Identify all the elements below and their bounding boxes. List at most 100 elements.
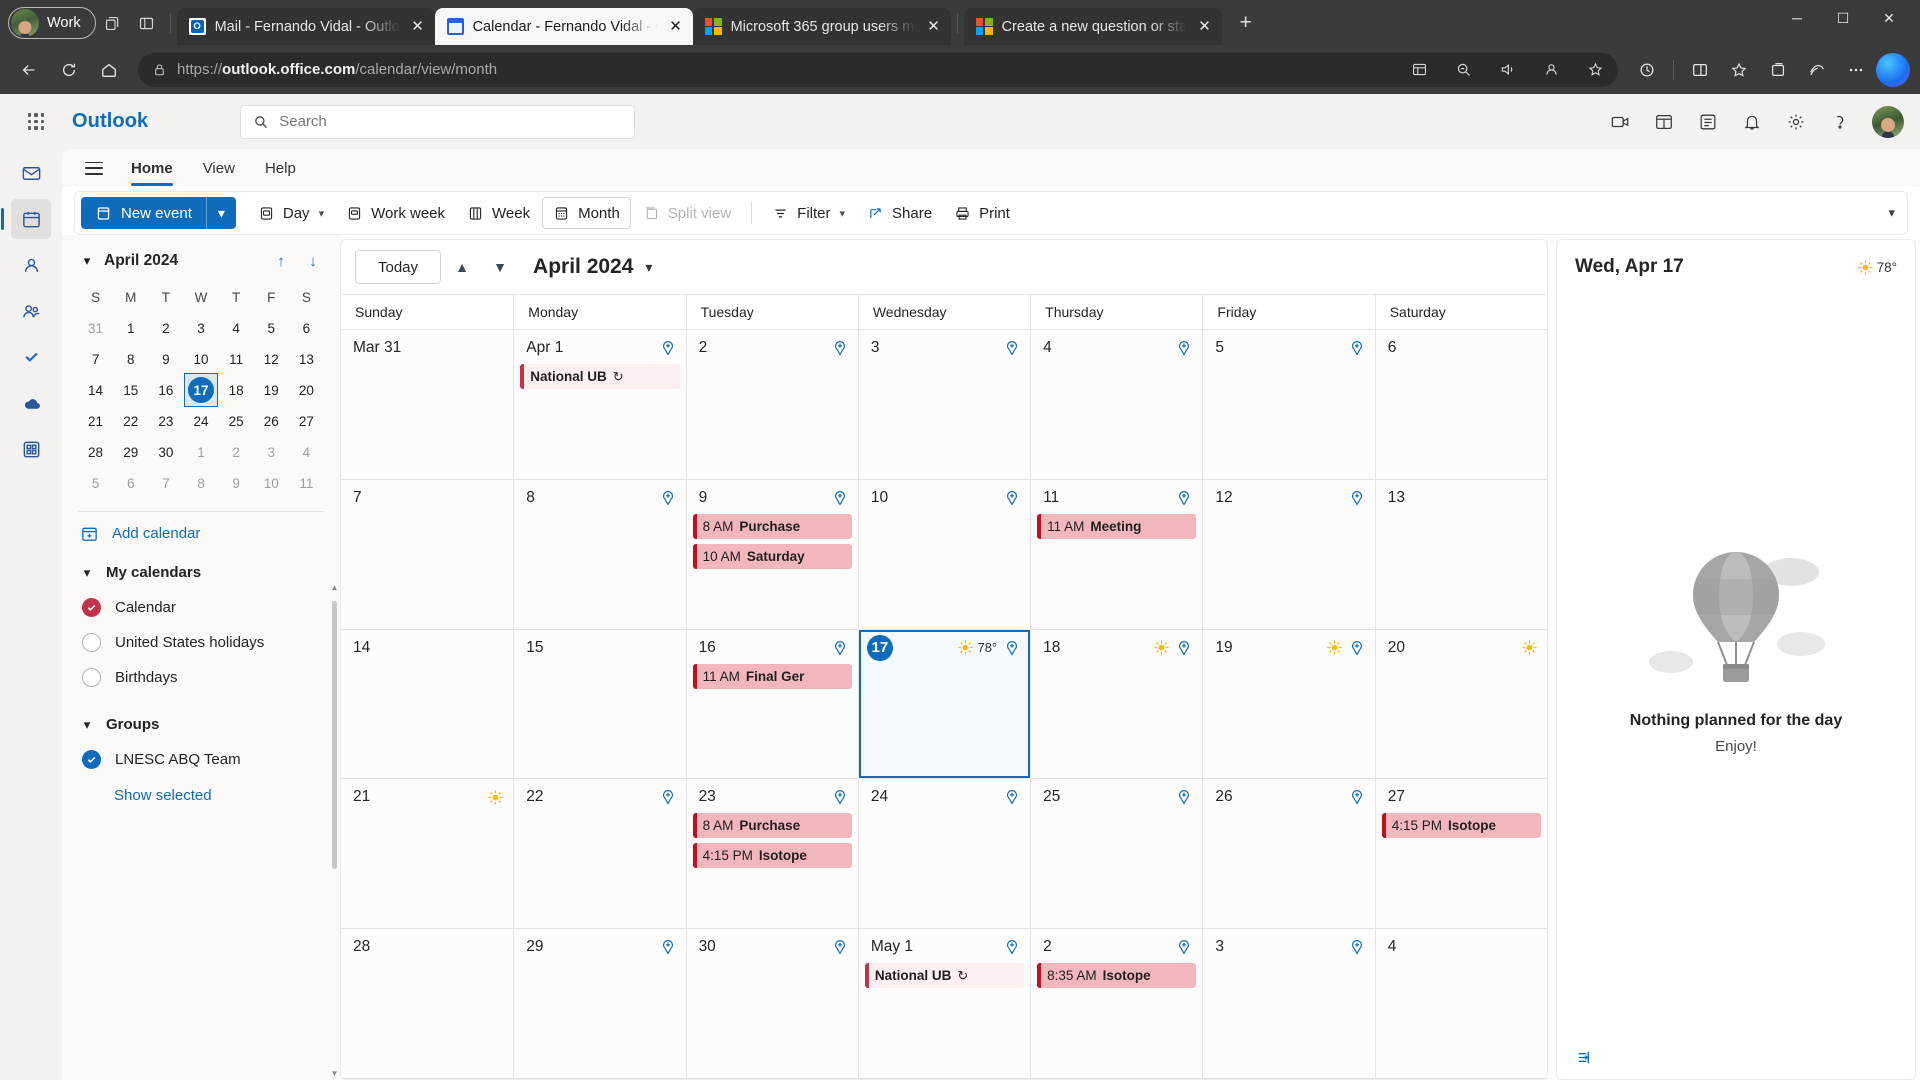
today-button[interactable]: Today	[355, 250, 442, 284]
browser-tab-mail[interactable]: Mail - Fernando Vidal - Outlook ✕	[176, 8, 435, 45]
calendar-event[interactable]: 4:15 PM Isotope	[692, 843, 852, 869]
mini-day[interactable]: 4	[219, 314, 254, 342]
add-event-icon[interactable]	[832, 640, 848, 656]
calendar-day-cell[interactable]: May 1 National UB ↻	[857, 929, 1031, 1078]
scroll-down-icon[interactable]: ▼	[330, 1069, 339, 1078]
mini-day[interactable]: 9	[148, 345, 183, 373]
mini-day[interactable]: 12	[254, 345, 289, 373]
split-view-button[interactable]: Split view	[633, 197, 741, 229]
browser-tab-m365-groups[interactable]: Microsoft 365 group users man ✕	[692, 8, 951, 45]
calendar-day-cell[interactable]: 13	[1374, 479, 1547, 629]
calendar-day-cell[interactable]: 3	[857, 330, 1031, 479]
browser-tab-new-question[interactable]: Create a new question or start ✕	[963, 8, 1222, 45]
chevron-down-icon[interactable]: ▾	[78, 565, 96, 581]
scroll-up-icon[interactable]: ▲	[330, 583, 339, 592]
add-event-icon[interactable]	[1349, 490, 1365, 506]
add-event-icon[interactable]	[660, 789, 676, 805]
address-bar[interactable]: https://outlook.office.com/calendar/view…	[138, 52, 1618, 87]
mini-day[interactable]: 18	[219, 376, 254, 404]
add-event-icon[interactable]	[1004, 340, 1020, 356]
group-item-lnesc-abq-team[interactable]: LNESC ABQ Team	[62, 742, 340, 777]
previous-period-icon[interactable]: ▲	[445, 250, 479, 284]
add-event-icon[interactable]	[1004, 939, 1020, 955]
mini-day[interactable]: 28	[78, 438, 113, 466]
calendar-item-us-holidays[interactable]: United States holidays	[62, 625, 340, 660]
add-event-icon[interactable]	[1004, 640, 1020, 656]
calendar-event[interactable]: 11 AM Meeting	[1037, 513, 1197, 539]
split-screen-icon[interactable]	[1681, 53, 1719, 87]
chevron-down-icon[interactable]: ▾	[78, 253, 96, 269]
mini-day[interactable]: 31	[78, 314, 113, 342]
view-day-button[interactable]: Day ▾	[248, 197, 334, 229]
scrollbar-thumb[interactable]	[332, 601, 337, 869]
calendar-event[interactable]: 10 AM Saturday	[692, 543, 852, 569]
ribbon-collapse-icon[interactable]: ▾	[1888, 205, 1901, 221]
search-input[interactable]	[279, 113, 623, 130]
tab-collections-icon[interactable]	[96, 6, 130, 40]
chevron-down-icon[interactable]: ▾	[78, 717, 96, 733]
search-box[interactable]	[240, 104, 636, 139]
mini-day[interactable]: 6	[289, 314, 324, 342]
add-event-icon[interactable]	[832, 340, 848, 356]
app-available-icon[interactable]	[1402, 55, 1436, 85]
calendar-day-cell[interactable]: 26	[1202, 779, 1375, 929]
share-button[interactable]: Share	[857, 197, 942, 229]
close-icon[interactable]: ✕	[925, 18, 943, 36]
add-event-icon[interactable]	[660, 490, 676, 506]
mini-day[interactable]: 5	[254, 314, 289, 342]
mini-day[interactable]: 11	[289, 469, 324, 497]
calendar-day-cell[interactable]: Mar 31	[341, 330, 514, 479]
browser-tab-calendar[interactable]: Calendar - Fernando Vidal - Outlook ✕	[434, 8, 693, 45]
mini-day[interactable]: 14	[78, 376, 113, 404]
calendar-day-cell[interactable]: 4	[1374, 929, 1547, 1078]
calendar-title[interactable]: April 2024 ▾	[533, 255, 652, 279]
mini-day[interactable]: 19	[254, 376, 289, 404]
calendar-day-cell[interactable]: 15	[513, 629, 686, 779]
calendar-day-cell[interactable]: 6	[1374, 330, 1547, 479]
view-month-button[interactable]: Month	[542, 197, 631, 229]
calendar-day-cell[interactable]: 12	[1202, 479, 1375, 629]
calendar-day-cell[interactable]: Apr 1 National UB ↻	[513, 330, 686, 479]
split-screen-icon[interactable]	[130, 6, 164, 40]
print-button[interactable]: Print	[944, 197, 1020, 229]
chevron-down-icon[interactable]: ▾	[840, 207, 846, 220]
browser-profile-button[interactable]: Work	[8, 7, 96, 39]
checked-circle-icon[interactable]	[82, 750, 101, 769]
mini-day[interactable]: 8	[113, 345, 148, 373]
add-event-icon[interactable]	[1349, 939, 1365, 955]
collapse-pane-icon[interactable]	[1575, 1048, 1594, 1067]
calendar-day-cell[interactable]: 18	[1030, 629, 1203, 779]
outlook-brand[interactable]: Outlook	[72, 110, 148, 133]
calendar-day-cell[interactable]: 14	[341, 629, 514, 779]
mini-day[interactable]: 4	[289, 438, 324, 466]
mini-day[interactable]: 15	[113, 376, 148, 404]
mini-day[interactable]: 9	[219, 469, 254, 497]
unchecked-circle-icon[interactable]	[82, 668, 101, 687]
tab-help[interactable]: Help	[252, 151, 309, 185]
calendar-event[interactable]: 4:15 PM Isotope	[1381, 813, 1541, 839]
tab-home[interactable]: Home	[118, 151, 186, 186]
add-event-icon[interactable]	[1176, 939, 1192, 955]
back-icon[interactable]	[10, 53, 48, 87]
tab-view[interactable]: View	[190, 151, 248, 185]
mini-day[interactable]: 1	[183, 438, 218, 466]
mini-day[interactable]: 1	[113, 314, 148, 342]
minimize-button[interactable]: ─	[1774, 0, 1820, 36]
view-week-button[interactable]: Week	[457, 197, 540, 229]
mini-day[interactable]: 5	[78, 469, 113, 497]
add-calendar-button[interactable]: Add calendar	[62, 512, 340, 555]
add-event-icon[interactable]	[1004, 789, 1020, 805]
add-event-icon[interactable]	[1349, 340, 1365, 356]
mini-day[interactable]: 22	[113, 407, 148, 435]
calendar-event[interactable]: 8 AM Purchase	[692, 513, 852, 539]
avatar[interactable]	[1872, 105, 1904, 138]
mini-day[interactable]: 8	[183, 469, 218, 497]
calendar-day-cell[interactable]: 21	[341, 779, 514, 929]
calendar-day-cell-selected[interactable]: 17 78°	[857, 629, 1031, 779]
mini-day[interactable]: 2	[219, 438, 254, 466]
teams-meet-icon[interactable]	[1600, 102, 1640, 142]
mini-day[interactable]: 2	[148, 314, 183, 342]
close-icon[interactable]: ✕	[1196, 18, 1214, 36]
calendar-item-calendar[interactable]: Calendar	[62, 590, 340, 625]
rail-item-groups[interactable]	[11, 291, 51, 331]
